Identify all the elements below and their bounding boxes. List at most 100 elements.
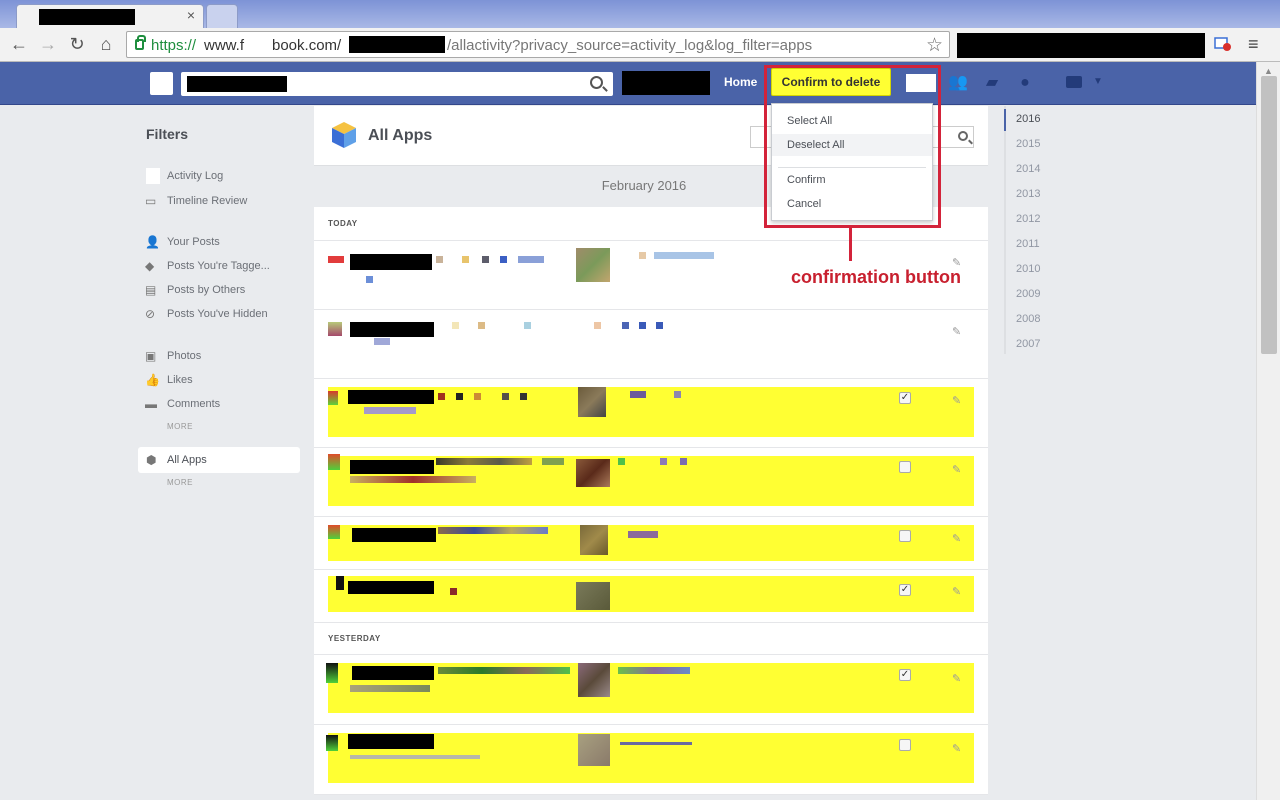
filters-more-link[interactable]: MORE [167,422,193,431]
year-2016[interactable]: 2016 [1016,113,1040,125]
notifications-globe-icon[interactable]: ● [1015,74,1035,92]
bookmark-star-icon[interactable]: ☆ [926,34,943,57]
forward-arrow-icon[interactable]: → [37,34,59,54]
row-checkbox-checked[interactable]: ✓ [899,669,911,681]
reload-icon[interactable]: ↻ [66,34,88,54]
blurred-pixel [594,322,601,329]
blurred-pixel [436,256,443,263]
edit-pencil-icon[interactable]: ✎ [952,672,961,685]
messages-icon[interactable]: ▰ [982,74,1002,92]
activity-row-selected[interactable]: ✎ [314,725,988,795]
year-2010[interactable]: 2010 [1016,263,1040,275]
new-tab-button[interactable] [206,4,238,28]
year-2013[interactable]: 2013 [1016,188,1040,200]
post-thumbnail [576,248,610,282]
edit-pencil-icon[interactable]: ✎ [952,394,961,407]
filter-label: Timeline Review [167,195,248,207]
blurred-pixel [482,256,489,263]
row-checkbox-checked[interactable]: ✓ [899,392,911,404]
blurred-pixel [374,338,390,345]
name-redacted [348,581,434,594]
annotation-highlight-box [764,65,941,228]
filter-activity-log[interactable]: Activity Log [145,167,301,187]
fb-logo[interactable] [150,72,173,95]
name-redacted [348,390,434,404]
tag-icon: ◆ [145,259,155,273]
url-host-start: www.f [204,37,245,54]
year-2014[interactable]: 2014 [1016,163,1040,175]
activity-row-selected[interactable]: ✎ [314,448,988,517]
filter-photos[interactable]: ▣ Photos [145,347,301,367]
browser-tab-active[interactable]: × [16,4,204,28]
address-bar[interactable]: https:// www.f book.com/ /allactivity?pr… [126,31,950,58]
blurred-pixel [436,458,532,465]
activity-row-selected[interactable]: ✎ [314,517,988,570]
blurred-pixel [438,393,445,400]
year-2009[interactable]: 2009 [1016,288,1040,300]
activity-row-selected[interactable]: ✓ ✎ [314,655,988,725]
year-2012[interactable]: 2012 [1016,213,1040,225]
search-icon[interactable] [958,131,968,141]
filter-posts-tagged[interactable]: ◆ Posts You're Tagge... [145,257,301,277]
all-apps-cube-icon [332,122,356,148]
url-path: /allactivity?privacy_source=activity_log… [447,37,813,54]
blurred-pixel [350,476,476,483]
blurred-pixel [366,276,373,283]
name-redacted [350,460,434,474]
year-2015[interactable]: 2015 [1016,138,1040,150]
row-checkbox[interactable] [899,461,911,473]
year-2011[interactable]: 2011 [1016,238,1040,250]
page-scrollbar[interactable]: ▲ [1256,62,1280,800]
activity-row-selected[interactable]: ✓ ✎ [314,570,988,623]
year-2007[interactable]: 2007 [1016,338,1040,350]
scroll-thumb[interactable] [1261,76,1277,354]
tab-close-icon[interactable]: × [187,7,195,23]
section-yesterday: YESTERDAY [314,623,988,655]
filter-your-posts[interactable]: 👤 Your Posts [145,233,301,253]
blurred-pixel [456,393,463,400]
filter-timeline-review[interactable]: ▭ Timeline Review [145,192,301,212]
apps-more-link[interactable]: MORE [167,478,193,487]
edit-pencil-icon[interactable]: ✎ [952,463,961,476]
blurred-pixel [660,458,667,465]
scroll-up-icon[interactable]: ▲ [1264,66,1273,76]
row-checkbox-checked[interactable]: ✓ [899,584,911,596]
filter-likes[interactable]: 👍 Likes [145,371,301,391]
annotation-label: confirmation button [791,267,961,287]
activity-row-selected[interactable]: ✓ ✎ [314,379,988,448]
browser-menu-icon[interactable]: ≡ [1248,34,1259,55]
account-caret-icon[interactable]: ▼ [1093,76,1103,87]
filter-all-apps[interactable]: ⬢ All Apps [138,447,300,473]
browser-tab-strip: × [0,0,1280,28]
search-icon[interactable] [590,76,603,89]
url-redacted-segment [349,36,445,53]
row-checkbox[interactable] [899,739,911,751]
filter-comments[interactable]: ▬ Comments [145,395,301,415]
row-checkbox[interactable] [899,530,911,542]
back-arrow-icon[interactable]: ← [8,34,30,54]
filter-posts-hidden[interactable]: ⊘ Posts You've Hidden [145,305,301,325]
activity-row[interactable]: ✎ [314,310,988,379]
profile-name-redacted[interactable] [622,71,710,95]
year-2008[interactable]: 2008 [1016,313,1040,325]
edit-pencil-icon[interactable]: ✎ [952,585,961,598]
filter-posts-by-others[interactable]: ▤ Posts by Others [145,281,301,301]
blurred-pixel [524,322,531,329]
blurred-pixel [438,667,570,674]
home-link[interactable]: Home [724,75,757,89]
fb-search-input[interactable] [181,72,613,96]
edit-pencil-icon[interactable]: ✎ [952,532,961,545]
home-icon[interactable]: ⌂ [95,34,117,54]
edit-pencil-icon[interactable]: ✎ [952,325,961,338]
blurred-pixel [542,458,564,465]
extension-icon[interactable] [1214,36,1232,52]
post-thumbnail [578,734,610,766]
apps-cube-icon: ⬢ [146,453,157,467]
edit-pencil-icon[interactable]: ✎ [952,742,961,755]
privacy-shortcuts-icon[interactable] [1066,76,1082,88]
blurred-pixel [618,458,625,465]
blurred-pixel [630,391,646,398]
blurred-pixel [364,407,416,414]
post-icon: ▤ [145,283,157,297]
friend-requests-icon[interactable]: 👥 [948,74,968,92]
